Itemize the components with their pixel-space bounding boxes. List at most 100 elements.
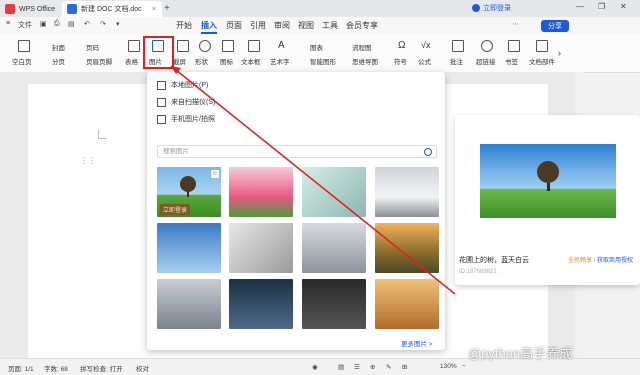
preview-title: 花圃上的树，蓝天白云: [459, 257, 529, 264]
local-picture-item[interactable]: 本地图片(P): [157, 80, 208, 90]
menu-review[interactable]: 审阅: [274, 20, 290, 31]
close-tab-icon[interactable]: ×: [152, 6, 156, 13]
thumbnail-mountains[interactable]: [375, 167, 439, 217]
image-file-icon: [157, 80, 166, 90]
more-options-icon[interactable]: ⋯: [512, 20, 519, 28]
menu-tools[interactable]: 工具: [322, 20, 338, 31]
ribbon-blank-page[interactable]: 空白页: [12, 56, 32, 66]
scanner-label: 来自扫描仪(S): [171, 99, 216, 106]
zoom-out-button[interactable]: −: [462, 363, 466, 370]
ribbon-table[interactable]: 表格: [125, 56, 138, 66]
bookmark-icon: [508, 40, 520, 52]
thumbnail-tree[interactable]: ☆ 立即登录: [157, 167, 221, 217]
thumbnail-teal-wall[interactable]: [302, 167, 366, 217]
menu-insert[interactable]: 插入: [201, 20, 217, 31]
license-commercial-link[interactable]: 获取商用授权: [597, 258, 633, 264]
view-eye-icon[interactable]: ◉: [312, 363, 318, 371]
ribbon-screenshot[interactable]: 截屏: [173, 56, 186, 66]
menu-member[interactable]: 会员专享: [346, 20, 378, 31]
search-icon[interactable]: [424, 148, 432, 156]
menu-page[interactable]: 页面: [226, 20, 242, 31]
scanner-item[interactable]: 来自扫描仪(S): [157, 97, 215, 107]
page-count[interactable]: 页面: 1/1: [8, 363, 34, 373]
ribbon-textbox[interactable]: 文本框: [241, 56, 261, 66]
login-label: 立即登录: [483, 5, 511, 12]
save-icon[interactable]: ▣: [40, 20, 47, 28]
thumbnail-handshake[interactable]: [229, 223, 293, 273]
spell-check[interactable]: 拼写检查: 打开: [80, 363, 123, 373]
picture-dropdown: 本地图片(P) 来自扫描仪(S) 手机图片/拍照 搜索图片 ☆ 立即登录 更多图…: [147, 72, 445, 350]
picture-highlight-box: [143, 36, 174, 69]
thumbnail-team-hands[interactable]: [157, 279, 221, 329]
textbox-icon: [248, 40, 260, 52]
formula-icon: √x: [421, 40, 431, 50]
word-count[interactable]: 字数: 68: [44, 363, 68, 373]
thumbnail-horse[interactable]: [375, 279, 439, 329]
view-web-icon[interactable]: ⊕: [370, 363, 375, 371]
ribbon-cover[interactable]: 封面: [52, 42, 65, 52]
ribbon-flowchart[interactable]: 流程图: [352, 42, 372, 52]
search-input[interactable]: 搜索图片: [157, 145, 437, 158]
view-page-icon[interactable]: ▤: [338, 363, 344, 371]
chevron-right-icon[interactable]: ›: [558, 48, 561, 58]
ribbon-symbol[interactable]: 符号: [394, 56, 407, 66]
ribbon-hyperlink[interactable]: 超链接: [476, 56, 496, 66]
print-icon[interactable]: ⎙: [54, 20, 60, 28]
tab-wps-office[interactable]: WPS Office: [0, 1, 62, 17]
ribbon-comment[interactable]: 批注: [450, 56, 463, 66]
margin-corner-mark: [98, 130, 107, 139]
ribbon-formula[interactable]: 公式: [418, 56, 431, 66]
ribbon-bookmark[interactable]: 书签: [505, 56, 518, 66]
thumbnail-city[interactable]: [302, 223, 366, 273]
thumbnail-wind-turbines[interactable]: [375, 223, 439, 273]
ribbon-mindmap[interactable]: 思维导图: [352, 56, 378, 66]
menu-home[interactable]: 开始: [176, 20, 192, 31]
phone-picture-item[interactable]: 手机图片/拍照: [157, 114, 215, 124]
ribbon-icons[interactable]: 图标: [220, 56, 233, 66]
thumbnail-chalkboard[interactable]: [302, 279, 366, 329]
new-tab-button[interactable]: +: [164, 3, 170, 14]
picture-preview-card: 花圃上的树，蓝天白云 ID:197689821 全民畅享 / 获取商用授权: [455, 115, 640, 285]
tab-document[interactable]: 新建 DOC 文档.doc ×: [62, 1, 162, 17]
omega-icon: Ω: [398, 40, 406, 51]
view-outline-icon[interactable]: ☰: [354, 363, 360, 371]
license-free-link[interactable]: 全民畅享: [568, 258, 592, 264]
view-other-icon[interactable]: ⊞: [402, 363, 407, 371]
preview-icon[interactable]: ▤: [68, 20, 75, 28]
ribbon-wordart[interactable]: 艺术字: [270, 56, 290, 66]
star-icon[interactable]: ☆: [211, 170, 219, 178]
view-edit-icon[interactable]: ✎: [386, 363, 391, 371]
phone-icon: [157, 114, 166, 124]
thumbnail-airplane[interactable]: [157, 223, 221, 273]
ribbon-page-number[interactable]: 页码: [86, 42, 99, 52]
zoom-level[interactable]: 130%: [440, 363, 457, 370]
redo-icon[interactable]: ↷: [100, 20, 106, 28]
ribbon-chart[interactable]: 图表: [310, 42, 323, 52]
menu-icon[interactable]: ≡: [6, 20, 10, 27]
thumbnail-businessman[interactable]: [229, 279, 293, 329]
ribbon-smartart[interactable]: 智能图形: [310, 56, 336, 66]
ribbon-header-footer[interactable]: 页眉页脚: [86, 56, 112, 66]
ribbon-doc-parts[interactable]: 文档部件: [529, 56, 555, 66]
menu-view[interactable]: 视图: [298, 20, 314, 31]
file-menu[interactable]: 文件: [18, 20, 32, 30]
undo-icon[interactable]: ↶: [84, 20, 90, 28]
ribbon-page-break[interactable]: 分页: [52, 56, 65, 66]
ribbon-shape[interactable]: 形状: [195, 56, 208, 66]
drag-handle-icon[interactable]: ⋮⋮: [80, 156, 96, 165]
menu-reference[interactable]: 引用: [250, 20, 266, 31]
login-badge[interactable]: 立即登录: [160, 204, 191, 215]
proofread[interactable]: 校对: [136, 363, 149, 373]
preview-image[interactable]: [480, 144, 616, 218]
thumbnail-tulips[interactable]: [229, 167, 293, 217]
phone-picture-label: 手机图片/拍照: [171, 116, 215, 123]
login-button[interactable]: 立即登录: [472, 3, 511, 13]
close-window-button[interactable]: ✕: [620, 2, 627, 11]
dropdown-icon[interactable]: ▾: [116, 20, 120, 28]
wps-logo-icon: [5, 4, 15, 14]
minimize-button[interactable]: —: [576, 2, 584, 11]
tab-document-label: 新建 DOC 文档.doc: [81, 6, 142, 13]
more-pictures-link[interactable]: 更多图片 >: [401, 338, 433, 348]
maximize-button[interactable]: ❐: [598, 2, 605, 11]
share-button[interactable]: 分享: [541, 20, 569, 32]
